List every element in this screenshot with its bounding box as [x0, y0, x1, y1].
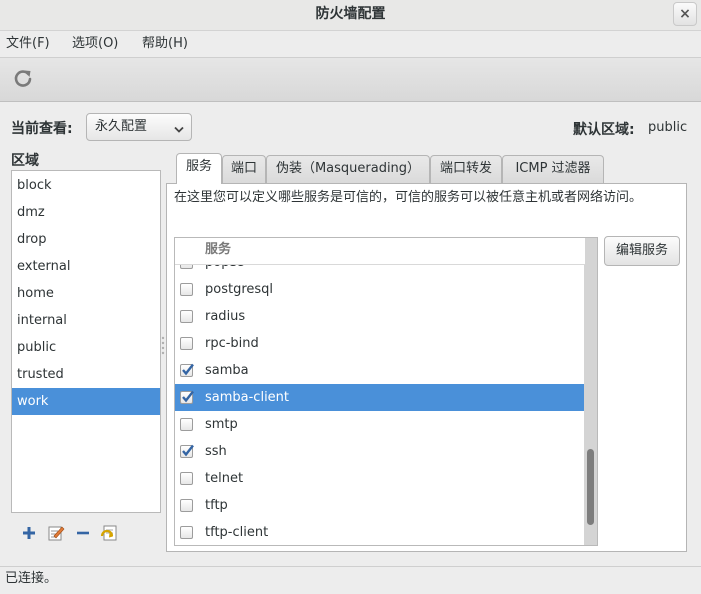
menu-file[interactable]: 文件(F) [6, 31, 50, 57]
toolbar [0, 57, 701, 102]
service-list: 服务 pop3s postgresql radius rpc-bind samb… [174, 237, 598, 546]
reload-icon[interactable] [12, 67, 34, 89]
service-checkbox[interactable] [180, 499, 193, 512]
zone-item-work[interactable]: work [12, 388, 160, 415]
tab-masquerading[interactable]: 伪装（Masquerading） [266, 155, 430, 183]
service-name: samba [205, 363, 249, 378]
chevron-down-icon [174, 123, 184, 133]
service-column-header-label: 服务 [205, 242, 232, 257]
service-checkbox[interactable] [180, 337, 193, 350]
service-row-smtp[interactable]: smtp [175, 411, 585, 438]
service-row-tftp-client[interactable]: tftp-client [175, 519, 585, 545]
service-checkbox[interactable] [180, 418, 193, 431]
view-select[interactable]: 永久配置 [86, 113, 192, 141]
default-zone-value: public [648, 120, 688, 135]
checkmark-icon [182, 390, 194, 403]
checkmark-icon [182, 444, 194, 457]
window-title: 防火墙配置 [315, 6, 386, 22]
zone-item-external[interactable]: external [12, 253, 160, 280]
checkmark-icon [182, 363, 194, 376]
service-row-postgresql[interactable]: postgresql [175, 276, 585, 303]
service-checkbox-checked[interactable] [180, 363, 194, 377]
zone-item-public[interactable]: public [12, 334, 160, 361]
view-select-value: 永久配置 [95, 119, 148, 134]
edit-service-button[interactable]: 编辑服务 [604, 236, 680, 266]
service-row-samba[interactable]: samba [175, 357, 585, 384]
service-name: rpc-bind [205, 336, 259, 351]
close-button[interactable]: × [673, 2, 697, 26]
tab-ports[interactable]: 端口 [222, 155, 266, 183]
zones-heading: 区域 [11, 153, 39, 169]
zone-item-block[interactable]: block [12, 172, 160, 199]
add-icon[interactable] [20, 524, 38, 542]
service-column-header[interactable]: 服务 [175, 238, 585, 265]
default-zone-label: 默认区域: [573, 122, 635, 138]
service-row-telnet[interactable]: telnet [175, 465, 585, 492]
service-name: tftp-client [205, 525, 269, 540]
service-name: smtp [205, 417, 238, 432]
service-checkbox[interactable] [180, 526, 193, 539]
current-view-label: 当前查看: [11, 121, 73, 137]
zone-item-home[interactable]: home [12, 280, 160, 307]
service-row-radius[interactable]: radius [175, 303, 585, 330]
services-description: 在这里您可以定义哪些服务是可信的，可信的服务可以被任意主机或者网络访问。 [174, 190, 643, 205]
service-name: telnet [205, 471, 244, 486]
remove-icon[interactable] [74, 524, 92, 542]
zone-item-drop[interactable]: drop [12, 226, 160, 253]
tab-services[interactable]: 服务 [176, 153, 222, 184]
menu-help[interactable]: 帮助(H) [142, 31, 188, 57]
service-checkbox[interactable] [180, 472, 193, 485]
menu-options[interactable]: 选项(O) [72, 31, 118, 57]
service-name: postgresql [205, 282, 274, 297]
zone-item-trusted[interactable]: trusted [12, 361, 160, 388]
tab-icmp-filter[interactable]: ICMP 过滤器 [502, 155, 604, 183]
scrollbar-thumb[interactable] [587, 449, 594, 525]
status-text: 已连接。 [5, 571, 58, 586]
service-name: samba-client [205, 390, 290, 405]
service-row-tftp[interactable]: tftp [175, 492, 585, 519]
zone-item-dmz[interactable]: dmz [12, 199, 160, 226]
load-defaults-icon[interactable] [100, 524, 118, 542]
zone-list: block dmz drop external home internal pu… [11, 170, 161, 513]
service-row-rpc-bind[interactable]: rpc-bind [175, 330, 585, 357]
service-checkbox[interactable] [180, 283, 193, 296]
service-checkbox-checked[interactable] [180, 444, 194, 458]
service-checkbox[interactable] [180, 310, 193, 323]
tab-port-forwarding[interactable]: 端口转发 [430, 155, 502, 183]
zone-item-internal[interactable]: internal [12, 307, 160, 334]
edit-icon[interactable] [47, 524, 65, 542]
service-row-ssh[interactable]: ssh [175, 438, 585, 465]
service-name: radius [205, 309, 246, 324]
status-bar: 已连接。 [0, 566, 701, 594]
service-name: ssh [205, 444, 227, 459]
pane-splitter-handle[interactable] [161, 336, 165, 358]
menu-bar: 文件(F) 选项(O) 帮助(H) [0, 31, 701, 57]
service-name: tftp [205, 498, 228, 513]
service-row-samba-client[interactable]: samba-client [175, 384, 585, 411]
service-checkbox-checked[interactable] [180, 390, 194, 404]
